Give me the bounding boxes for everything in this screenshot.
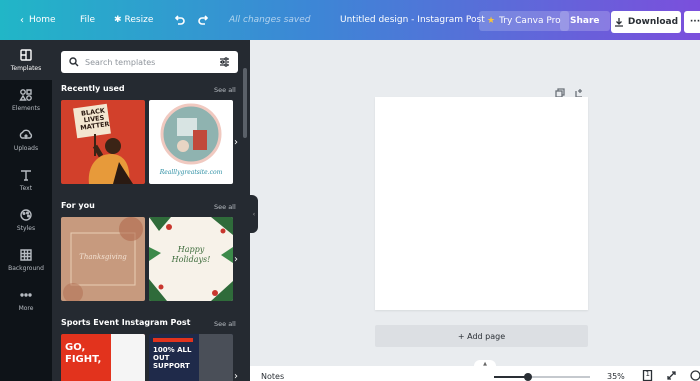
scroll-right-arrow[interactable]: › xyxy=(230,253,242,265)
download-button[interactable]: Download xyxy=(611,11,681,33)
redo-button[interactable] xyxy=(198,0,210,40)
page-count: 1 xyxy=(645,370,650,378)
template-thumbnail[interactable]: Happy Holidays! xyxy=(149,217,233,301)
help-icon xyxy=(690,370,700,381)
template-thumbnail[interactable]: BLACK LIVES MATTER xyxy=(61,100,145,184)
panel-scrollbar[interactable] xyxy=(243,68,247,138)
see-all-sports-event[interactable]: See all xyxy=(214,320,236,328)
redo-icon xyxy=(198,15,209,25)
undo-button[interactable] xyxy=(173,0,185,40)
templates-panel: Recently used See all BLACK LIVES MATTER… xyxy=(52,40,250,381)
add-page-button[interactable]: + Add page xyxy=(375,325,588,347)
rail-item-uploads[interactable]: Uploads xyxy=(0,120,52,160)
rail-item-more[interactable]: More xyxy=(0,280,52,320)
see-all-for-you[interactable]: See all xyxy=(214,203,236,211)
search-box[interactable] xyxy=(61,51,238,73)
chevron-up-icon[interactable]: ▲ xyxy=(474,360,496,368)
athlete-photo xyxy=(199,334,233,381)
templates-icon xyxy=(20,49,32,61)
try-pro-label: Try Canva Pro xyxy=(499,16,561,26)
bottom-bar: ▲ Notes 35% 1 xyxy=(250,360,700,381)
more-options-button[interactable]: ··· xyxy=(684,11,700,33)
see-all-recently-used[interactable]: See all xyxy=(214,86,236,94)
template-thumbnail[interactable]: GO, FIGHT, xyxy=(61,334,145,381)
styles-icon xyxy=(20,209,32,221)
template-text: BLACK LIVES MATTER xyxy=(79,106,111,132)
rail-item-styles[interactable]: Styles xyxy=(0,200,52,240)
template-text: GO, FIGHT, xyxy=(65,342,102,365)
template-thumbnail[interactable]: 100% ALL OUT SUPPORT xyxy=(149,334,233,381)
accent-stripe xyxy=(153,338,193,342)
athlete-photo xyxy=(111,334,145,381)
rail-label: Uploads xyxy=(13,145,39,152)
uploads-icon xyxy=(19,129,33,139)
section-title-recently-used: Recently used xyxy=(61,84,125,93)
search-icon xyxy=(69,57,79,67)
file-menu[interactable]: File xyxy=(80,0,95,40)
background-icon xyxy=(20,249,32,261)
notes-button[interactable]: Notes xyxy=(261,372,284,381)
rail-label: Elements xyxy=(12,105,40,112)
fullscreen-button[interactable] xyxy=(666,370,678,381)
zoom-slider-handle[interactable] xyxy=(523,373,532,381)
template-thumbnail[interactable]: Thanksgiving xyxy=(61,217,145,301)
design-title[interactable]: Untitled design - Instagram Post xyxy=(340,0,485,40)
undo-icon xyxy=(174,15,185,25)
zoom-slider-fill xyxy=(494,376,528,378)
elements-icon xyxy=(19,89,32,101)
zoom-level[interactable]: 35% xyxy=(607,372,625,381)
home-button[interactable]: ‹ Home xyxy=(20,0,56,40)
section-title-sports-event: Sports Event Instagram Post xyxy=(61,318,191,327)
rail-label: Text xyxy=(19,185,33,192)
search-input[interactable] xyxy=(85,57,213,67)
side-rail: Templates Elements Uploads Text Styles B… xyxy=(0,40,52,381)
collapse-panel-button[interactable]: ‹ xyxy=(250,195,258,233)
sparkle-icon: ✱ xyxy=(114,15,122,25)
zoom-slider[interactable] xyxy=(494,373,590,381)
rail-label: More xyxy=(18,305,34,312)
rail-item-text[interactable]: Text xyxy=(0,160,52,200)
template-text: Thanksgiving xyxy=(79,253,127,261)
page-count-button[interactable]: 1 xyxy=(642,369,654,381)
help-button[interactable] xyxy=(690,370,700,381)
scroll-right-arrow[interactable]: › xyxy=(230,370,242,381)
design-page[interactable] xyxy=(375,97,588,310)
rail-item-elements[interactable]: Elements xyxy=(0,80,52,120)
chevron-left-icon: ‹ xyxy=(20,14,24,26)
rail-item-background[interactable]: Background xyxy=(0,240,52,280)
download-icon xyxy=(614,18,623,27)
home-label: Home xyxy=(29,15,56,25)
resize-label: Resize xyxy=(124,15,154,25)
filter-icon[interactable] xyxy=(219,57,230,67)
crown-icon: ★ xyxy=(487,16,496,26)
section-title-for-you: For you xyxy=(61,201,95,210)
template-text: Realllygreatsite.com xyxy=(159,169,223,176)
save-status: All changes saved xyxy=(229,15,311,25)
text-icon xyxy=(21,170,31,181)
share-button[interactable]: Share xyxy=(560,11,610,31)
template-text: 100% ALL OUT SUPPORT xyxy=(153,346,192,370)
template-thumbnail[interactable]: Realllygreatsite.com xyxy=(149,100,233,184)
top-toolbar: ‹ Home File ✱ Resize All changes saved U… xyxy=(0,0,700,40)
expand-icon xyxy=(667,371,676,380)
download-label: Download xyxy=(627,17,679,27)
rail-label: Background xyxy=(8,265,44,272)
template-text: Happy Holidays! xyxy=(171,245,211,264)
resize-button[interactable]: ✱ Resize xyxy=(114,0,153,40)
more-icon xyxy=(20,293,32,297)
try-canva-pro-button[interactable]: ★ Try Canva Pro xyxy=(479,11,569,31)
scroll-right-arrow[interactable]: › xyxy=(230,136,242,148)
rail-label: Styles xyxy=(16,225,36,232)
rail-label: Templates xyxy=(10,65,42,72)
rail-item-templates[interactable]: Templates xyxy=(0,40,52,80)
